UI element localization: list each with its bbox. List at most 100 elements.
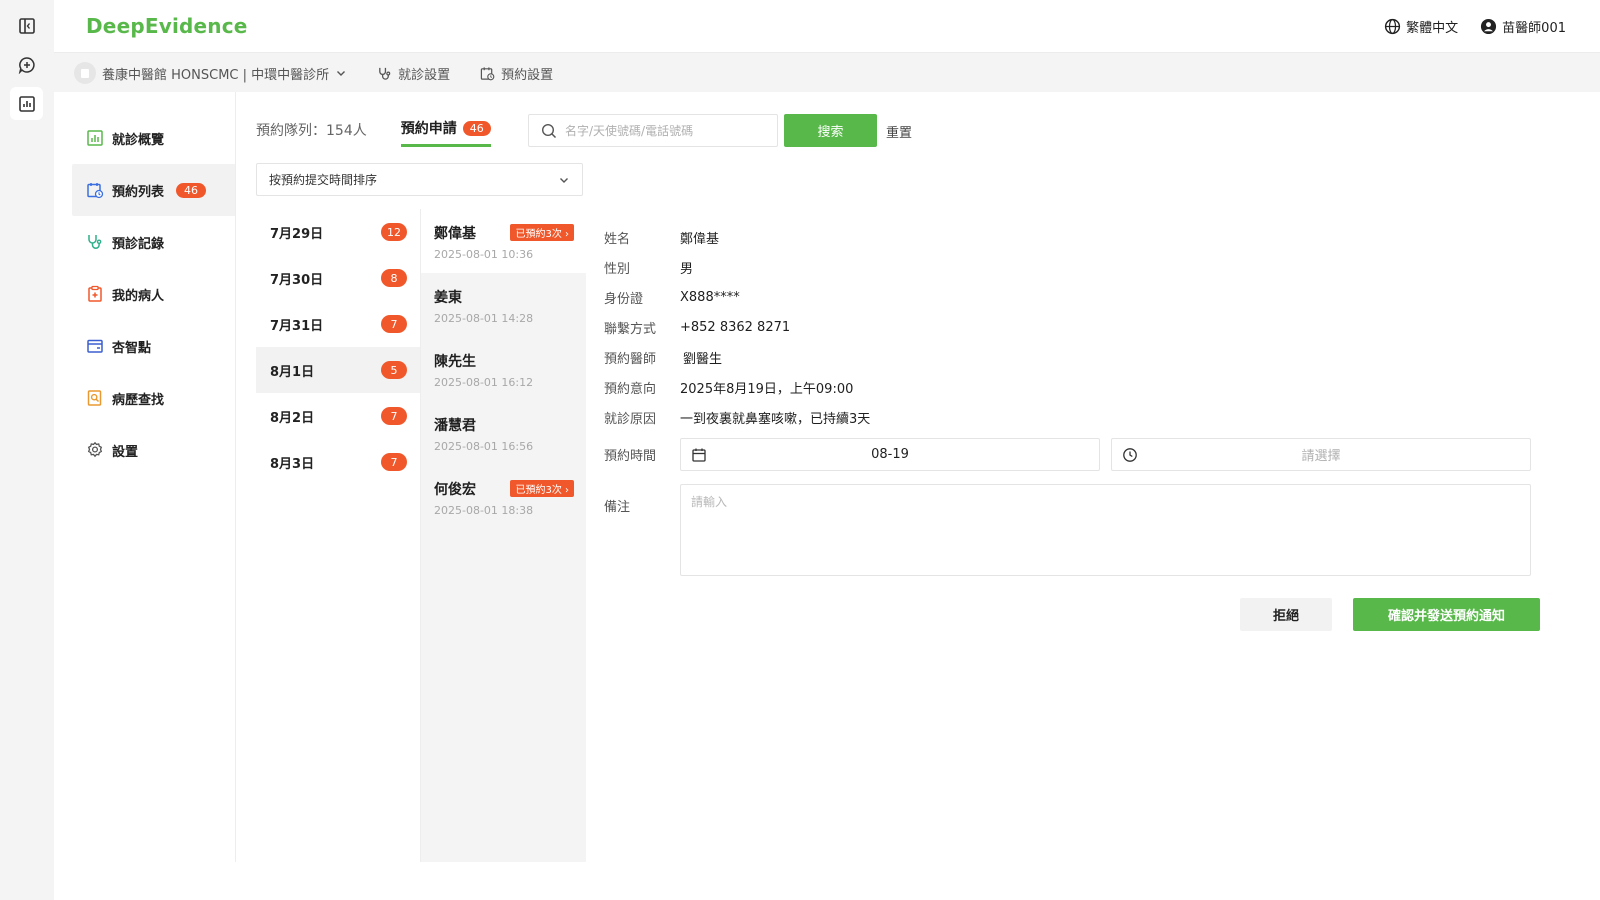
- patient-submit-time: 2025-08-01 16:12: [434, 376, 534, 389]
- date-count-badge: 8: [381, 269, 407, 287]
- new-chat-icon[interactable]: [10, 48, 43, 81]
- detail-row-reason: 就診原因 一到夜裏就鼻塞咳嗽，已持續3天: [604, 402, 1544, 432]
- date-count-badge: 5: [381, 361, 407, 379]
- sidebar-item-pre-diagnosis[interactable]: 預診記錄: [72, 216, 236, 268]
- sort-dropdown[interactable]: 按預約提交時間排序: [256, 163, 583, 196]
- user-menu[interactable]: 苗醫師001: [1480, 17, 1566, 36]
- sidebar-item-label: 病歷查找: [112, 392, 165, 408]
- patient-file-icon: [88, 285, 102, 302]
- sidebar-item-points[interactable]: 杏智點: [72, 320, 236, 372]
- patient-submit-time: 2025-08-01 18:38: [434, 504, 534, 517]
- detail-row-time: 預約時間 08-19 請選擇: [604, 438, 1544, 471]
- date-item[interactable]: 8月2日 7: [256, 393, 421, 439]
- field-label: 就診原因: [604, 411, 657, 427]
- sidebar-item-label: 預診記錄: [112, 236, 165, 252]
- search-field[interactable]: [528, 114, 778, 147]
- detail-row-contact: 聯繫方式 +852 8362 8271: [604, 312, 1544, 342]
- chart-icon: [87, 130, 103, 146]
- clinic-avatar-icon: [74, 62, 96, 84]
- tab-queue-label: 預約隊列：154人: [256, 122, 367, 139]
- tab-requests[interactable]: 預約申請 46: [400, 118, 491, 147]
- field-value: X888****: [680, 289, 740, 305]
- field-label: 預約時間: [604, 449, 657, 464]
- date-item[interactable]: 8月3日 7: [256, 439, 421, 485]
- date-count-badge: 7: [381, 453, 407, 471]
- detail-row-gender: 性別 男: [604, 252, 1544, 282]
- detail-row-doctor: 預約醫師 劉醫生: [604, 342, 1544, 372]
- language-switcher[interactable]: 繁體中文: [1384, 17, 1458, 36]
- patient-item-selected[interactable]: 鄭偉基 2025-08-01 10:36 已預約3次 ›: [421, 209, 586, 273]
- confirm-send-button[interactable]: 確認并發送預約通知: [1353, 598, 1540, 631]
- reject-button[interactable]: 拒絕: [1240, 598, 1332, 631]
- left-rail: [0, 0, 54, 900]
- booking-history-tag[interactable]: 已預約3次 ›: [510, 480, 574, 497]
- notes-input[interactable]: [680, 484, 1531, 576]
- booking-history-tag[interactable]: 已預約3次 ›: [510, 224, 574, 241]
- main-content: 就診概覽 預約列表 46 預診記錄 我的病人 杏智點 病歷查找 設置 預約隊列：…: [54, 92, 1600, 900]
- date-count-badge: 12: [381, 223, 407, 241]
- booking-settings-label: 預約設置: [501, 67, 554, 83]
- time-picker[interactable]: 請選擇: [1111, 438, 1531, 471]
- sidebar-item-label: 我的病人: [112, 288, 165, 304]
- booking-settings-link[interactable]: 預約設置: [480, 64, 553, 83]
- consult-settings-link[interactable]: 就診設置: [377, 64, 450, 83]
- date-item[interactable]: 7月29日 12: [256, 209, 421, 255]
- field-label: 性別: [604, 261, 631, 277]
- patient-item[interactable]: 姜東 2025-08-01 14:28: [421, 273, 586, 337]
- calendar-icon: [87, 183, 104, 199]
- sidebar-item-record-search[interactable]: 病歷查找: [72, 372, 236, 424]
- nav-divider: [235, 92, 236, 862]
- date-count-badge: 7: [381, 407, 407, 425]
- sidebar-item-label: 預約列表: [112, 184, 165, 200]
- date-label: 7月30日: [270, 272, 324, 288]
- tab-requests-label: 預約申請: [400, 121, 457, 137]
- appointments-count-badge: 46: [176, 182, 207, 198]
- field-value: 鄭偉基: [680, 231, 720, 247]
- clinic-bar: 養康中醫館 HONSCMC | 中環中醫診所 就診設置 預約設置: [54, 54, 1600, 92]
- field-value: 一到夜裏就鼻塞咳嗽，已持續3天: [680, 411, 871, 427]
- time-placeholder: 請選擇: [1301, 449, 1341, 464]
- field-value: 2025年8月19日，上午09:00: [680, 381, 854, 397]
- date-item-selected[interactable]: 8月1日 5: [256, 347, 421, 393]
- chevron-down-icon: [337, 71, 346, 76]
- patient-item[interactable]: 陳先生 2025-08-01 16:12: [421, 337, 586, 401]
- side-nav: 就診概覽 預約列表 46 預診記錄 我的病人 杏智點 病歷查找 設置: [72, 112, 236, 476]
- patient-name: 潘慧君: [434, 418, 476, 434]
- user-name: 苗醫師001: [1502, 21, 1566, 36]
- detail-row-name: 姓名 鄭偉基: [604, 222, 1544, 252]
- reset-button[interactable]: 重置: [886, 122, 912, 141]
- patient-submit-time: 2025-08-01 10:36: [434, 248, 534, 261]
- patient-list: 鄭偉基 2025-08-01 10:36 已預約3次 › 姜東 2025-08-…: [421, 209, 586, 862]
- date-label: 7月29日: [270, 226, 324, 242]
- field-label: 聯繫方式: [604, 321, 657, 337]
- search-input[interactable]: [565, 123, 765, 138]
- date-value: 08-19: [871, 447, 909, 462]
- patient-item[interactable]: 何俊宏 2025-08-01 18:38 已預約3次 ›: [421, 465, 586, 529]
- consult-settings-label: 就診設置: [398, 67, 451, 83]
- dashboard-icon[interactable]: [10, 87, 43, 120]
- sidebar-item-my-patients[interactable]: 我的病人: [72, 268, 236, 320]
- field-label: 備注: [604, 500, 631, 515]
- sidebar-item-label: 設置: [112, 444, 139, 460]
- app-logo[interactable]: DeepEvidence: [86, 14, 248, 38]
- patient-name: 姜東: [434, 290, 462, 306]
- tab-queue[interactable]: 預約隊列：154人: [256, 120, 367, 146]
- sidebar-toggle-icon[interactable]: [10, 9, 43, 42]
- sidebar-item-settings[interactable]: 設置: [72, 424, 236, 476]
- chevron-down-icon: [560, 177, 568, 183]
- search-button[interactable]: 搜索: [784, 114, 877, 147]
- date-picker[interactable]: 08-19: [680, 438, 1100, 471]
- patient-item[interactable]: 潘慧君 2025-08-01 16:56: [421, 401, 586, 465]
- field-value: 男: [680, 261, 694, 277]
- stethoscope-icon: [88, 235, 102, 249]
- date-label: 8月1日: [270, 364, 315, 380]
- sidebar-item-appointments[interactable]: 預約列表 46: [72, 164, 236, 216]
- language-label: 繁體中文: [1406, 21, 1459, 36]
- clinic-selector[interactable]: 養康中醫館 HONSCMC | 中環中醫診所: [74, 62, 347, 84]
- globe-icon: [1385, 18, 1401, 35]
- clock-icon: [1123, 447, 1137, 462]
- date-item[interactable]: 7月30日 8: [256, 255, 421, 301]
- date-item[interactable]: 7月31日 7: [256, 301, 421, 347]
- sidebar-item-overview[interactable]: 就診概覽: [72, 112, 236, 164]
- detail-row-intent: 預約意向 2025年8月19日，上午09:00: [604, 372, 1544, 402]
